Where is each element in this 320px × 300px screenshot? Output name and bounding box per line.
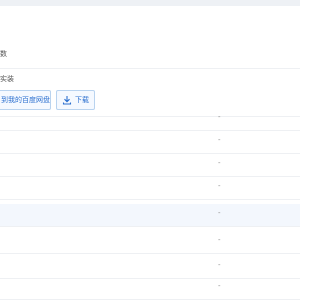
- divider: [0, 68, 300, 69]
- header-text-1: 数: [0, 50, 7, 58]
- header-text-2: 实装: [0, 75, 14, 83]
- list-item[interactable]: -: [0, 256, 300, 279]
- file-size: -: [218, 182, 221, 190]
- list-item-selected[interactable]: -: [0, 204, 300, 227]
- file-size: -: [218, 236, 221, 244]
- list-item[interactable]: -: [0, 177, 300, 200]
- save-to-netdisk-label: 到我的百度网盘: [1, 96, 50, 104]
- file-size: -: [218, 209, 221, 217]
- list-item[interactable]: -: [0, 131, 300, 154]
- top-bar: [0, 0, 300, 6]
- file-size: -: [218, 159, 221, 167]
- list-item[interactable]: -: [0, 108, 300, 131]
- list-item[interactable]: -: [0, 231, 300, 254]
- file-size: -: [218, 282, 221, 290]
- download-button[interactable]: 下载: [56, 90, 95, 110]
- file-size: -: [218, 113, 221, 121]
- list-item[interactable]: -: [0, 154, 300, 177]
- download-label: 下载: [75, 96, 89, 104]
- download-icon: [62, 96, 72, 105]
- list-item[interactable]: -: [0, 277, 300, 300]
- save-to-netdisk-button[interactable]: 到我的百度网盘: [0, 90, 51, 110]
- file-size: -: [218, 261, 221, 269]
- file-size: -: [218, 136, 221, 144]
